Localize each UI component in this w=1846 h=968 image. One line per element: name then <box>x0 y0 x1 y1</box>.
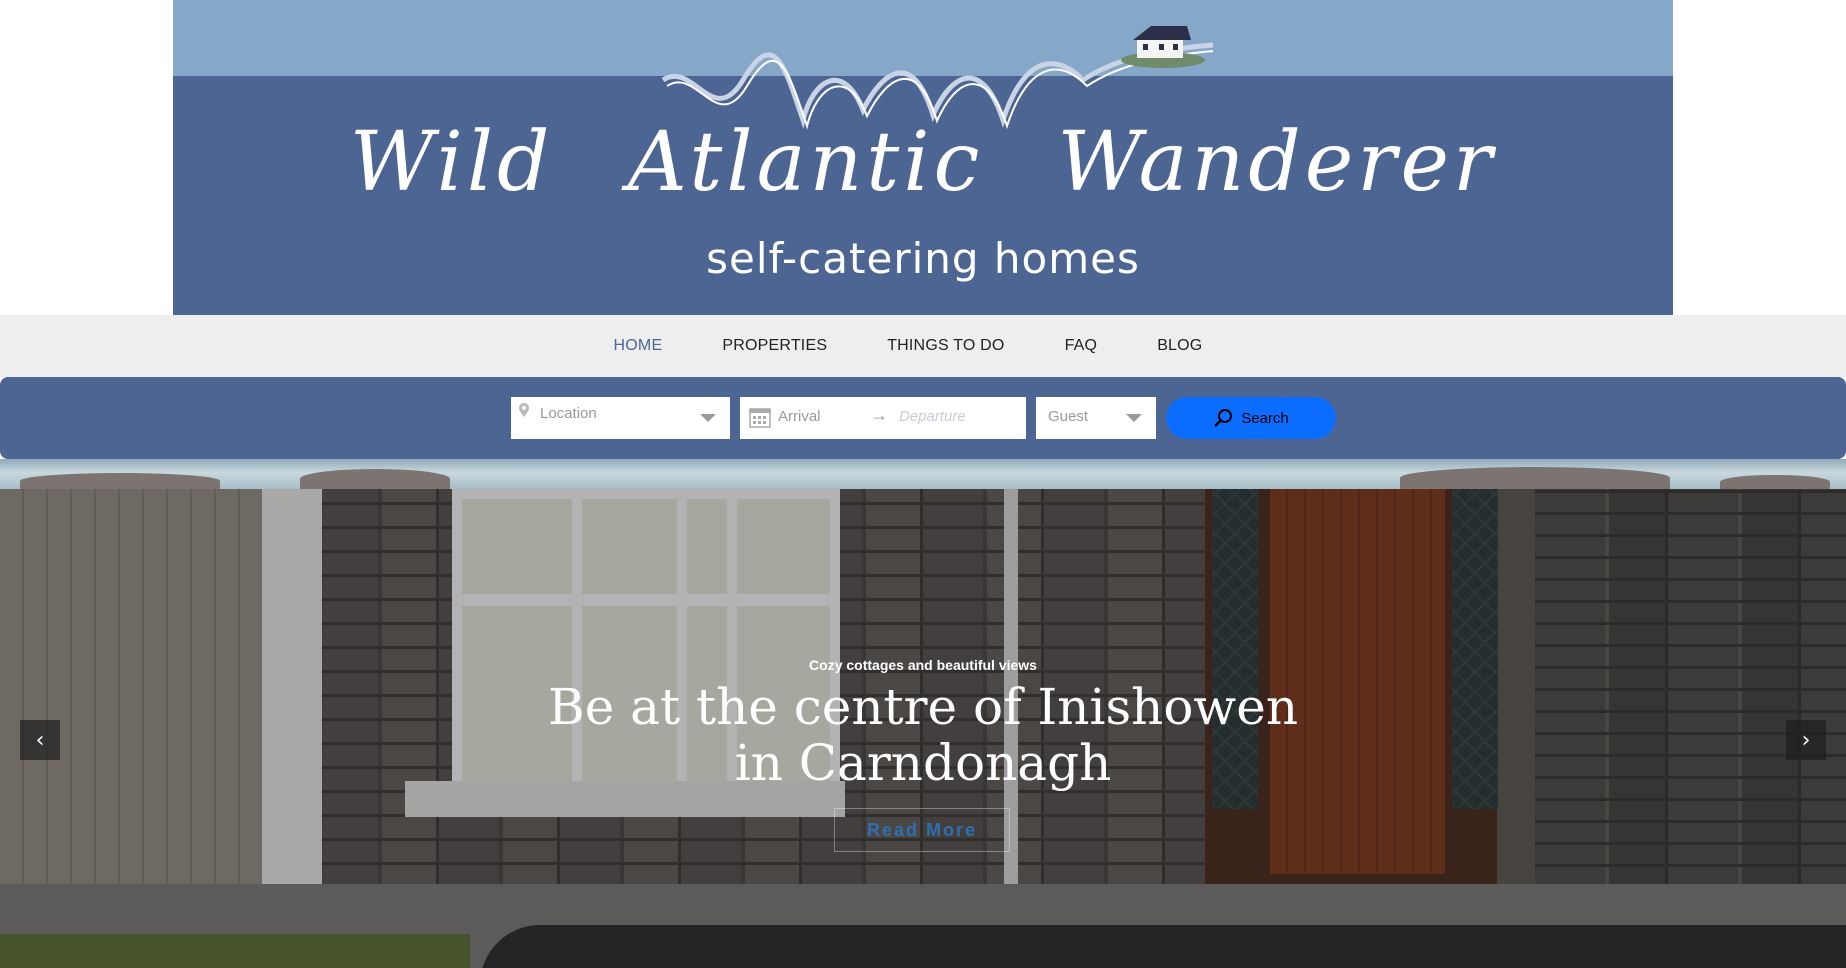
search-button[interactable]: Search <box>1166 397 1336 439</box>
chevron-left-icon: ‹ <box>35 727 45 753</box>
guest-select[interactable]: Guest <box>1036 397 1156 439</box>
departure-input[interactable]: Departure <box>899 408 966 425</box>
site-header-banner: Wild Atlantic Wanderer self-catering hom… <box>173 0 1673 315</box>
hero-title-line-2: in Carndonagh <box>734 734 1112 792</box>
date-range-field[interactable]: Arrival → Departure <box>740 397 1026 439</box>
slider-prev-button[interactable]: ‹ <box>20 720 60 760</box>
map-pin-icon <box>519 403 529 417</box>
hero-eyebrow: Cozy cottages and beautiful views <box>809 657 1037 673</box>
nav-item-home[interactable]: HOME <box>614 337 663 355</box>
chevron-down-icon <box>1126 414 1142 422</box>
nav-item-properties[interactable]: PROPERTIES <box>722 337 827 355</box>
arrival-input[interactable]: Arrival <box>778 408 821 425</box>
hero-title: Be at the centre of Inishowen in Carndon… <box>0 679 1846 791</box>
calendar-icon <box>749 408 771 428</box>
nav-item-things-to-do[interactable]: THINGS TO DO <box>887 337 1004 355</box>
main-navigation: HOME PROPERTIES THINGS TO DO FAQ BLOG <box>0 315 1846 377</box>
sea-strip-image <box>0 459 1846 489</box>
chevron-right-icon: › <box>1801 727 1811 753</box>
booking-search-bar: Location Arrival → Departure Guest Searc… <box>0 377 1846 459</box>
hero-title-line-1: Be at the centre of Inishowen <box>547 678 1299 736</box>
arrow-right-icon: → <box>870 405 888 425</box>
read-more-button[interactable]: Read More <box>834 808 1010 852</box>
slider-next-button[interactable]: › <box>1786 720 1826 760</box>
site-title: Wild Atlantic Wanderer <box>349 115 1497 210</box>
search-icon <box>1214 409 1233 427</box>
hero-slider: Cozy cottages and beautiful views Be at … <box>0 489 1846 968</box>
search-button-label: Search <box>1241 409 1289 427</box>
location-placeholder: Location <box>540 405 597 422</box>
site-subtitle: self-catering homes <box>706 234 1140 283</box>
nav-item-faq[interactable]: FAQ <box>1065 337 1098 355</box>
location-select[interactable]: Location <box>511 397 730 439</box>
nav-item-blog[interactable]: BLOG <box>1157 337 1202 355</box>
chevron-down-icon <box>700 414 716 422</box>
guest-placeholder: Guest <box>1048 408 1089 425</box>
